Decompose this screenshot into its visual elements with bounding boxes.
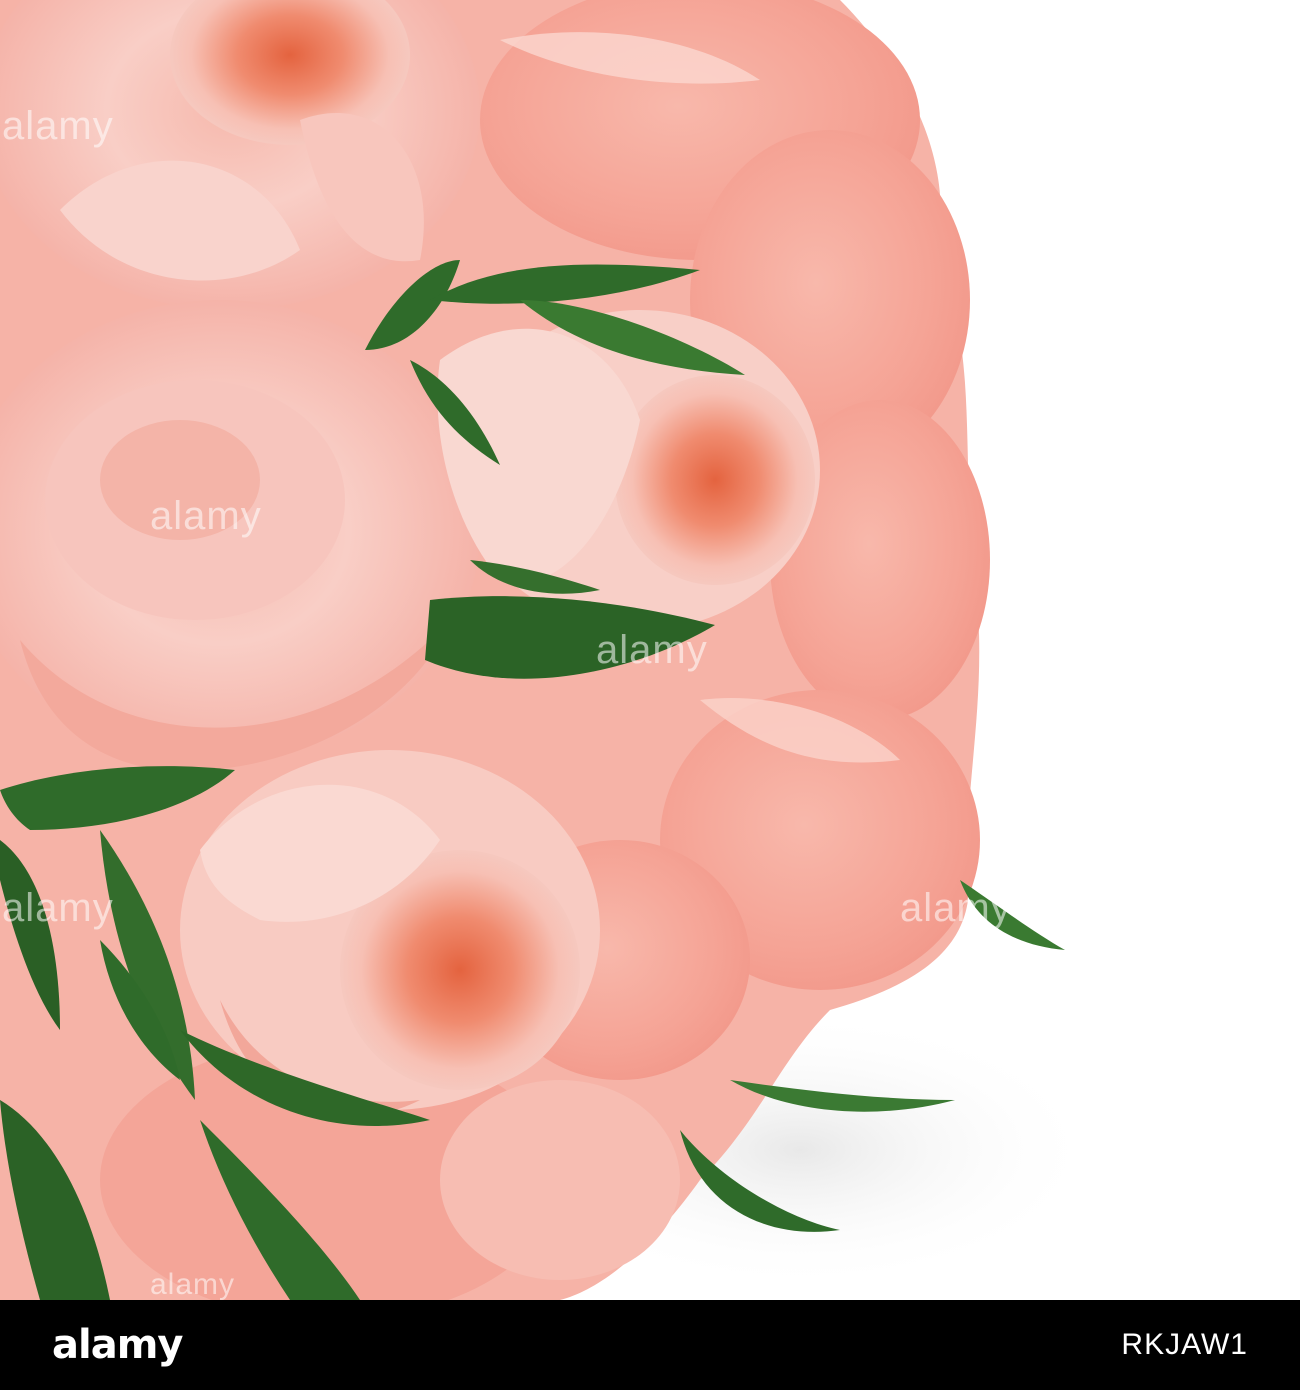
- footer-bar: alamy RKJAW1: [0, 1300, 1300, 1390]
- brand-logo: alamy: [52, 1322, 183, 1368]
- rose-bouquet-photo: [0, 0, 1300, 1300]
- image-id: RKJAW1: [1121, 1328, 1248, 1361]
